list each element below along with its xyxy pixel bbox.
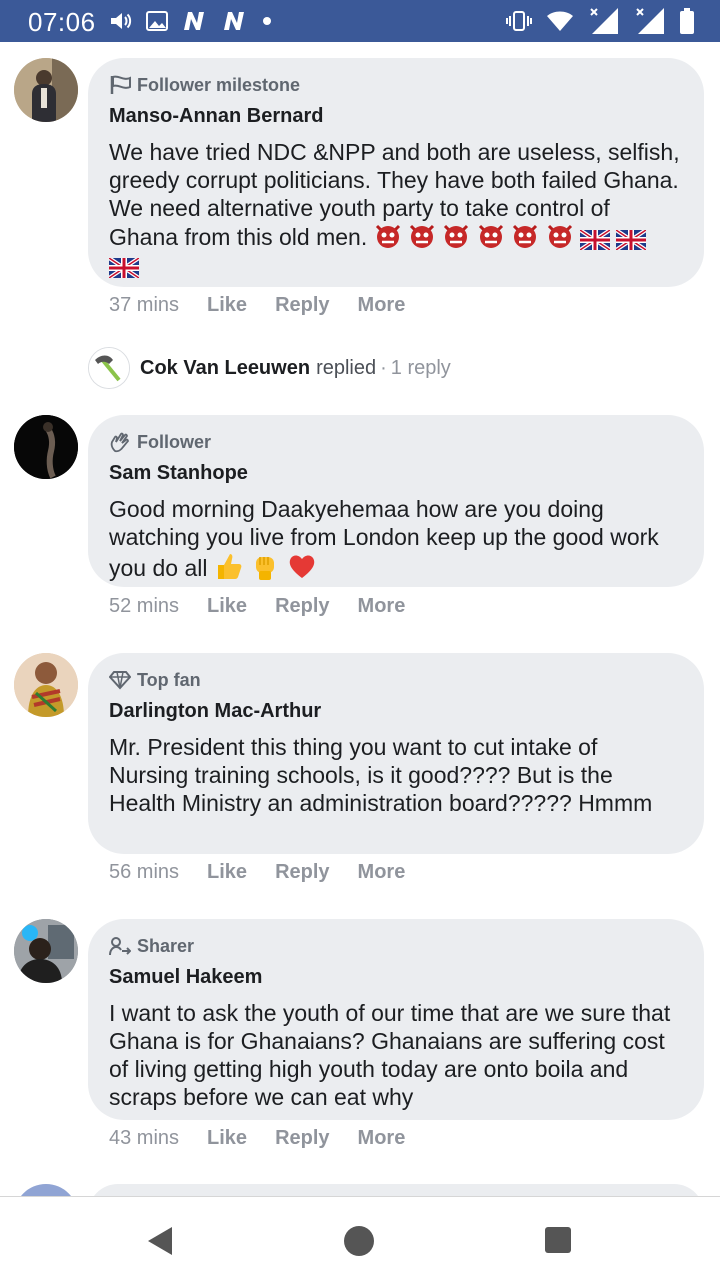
comment-bubble[interactable]: Follower milestone Manso-Annan Bernard W…	[88, 58, 704, 287]
devil-mask-emoji-icon	[513, 224, 538, 248]
heart-emoji-icon	[289, 555, 314, 578]
comment-text: Good morning Daakyehemaa how are you doi…	[109, 495, 682, 582]
reply-button[interactable]: Reply	[275, 861, 329, 884]
more-button[interactable]: More	[358, 861, 406, 884]
uk-flag-emoji-icon	[579, 230, 610, 250]
comment-bubble[interactable]	[88, 1184, 704, 1196]
comments-feed[interactable]: Follower milestone Manso-Annan Bernard W…	[0, 42, 720, 1196]
author-name[interactable]: Samuel Hakeem	[109, 965, 682, 989]
n-icon	[184, 12, 204, 30]
timestamp: 56 mins	[109, 860, 180, 883]
timestamp: 52 mins	[109, 594, 180, 617]
avatar[interactable]	[14, 653, 78, 717]
like-button[interactable]: Like	[207, 294, 247, 317]
comment-bubble[interactable]: Follower Sam Stanhope Good morning Daaky…	[88, 415, 704, 587]
comment-body: Good morning Daakyehemaa how are you doi…	[109, 496, 659, 581]
badge-label: Sharer	[137, 935, 195, 956]
commenter-badge: Sharer	[109, 935, 682, 957]
reply-avatar	[88, 347, 130, 389]
signal-icon	[590, 8, 618, 34]
timestamp: 43 mins	[109, 1126, 180, 1149]
comment-text: We have tried NDC &NPP and both are usel…	[109, 138, 682, 279]
devil-mask-emoji-icon	[409, 224, 435, 248]
clock: 07:06	[28, 7, 96, 37]
author-name[interactable]: Sam Stanhope	[109, 461, 682, 485]
more-button[interactable]: More	[358, 294, 406, 317]
flag-icon	[110, 75, 131, 94]
n-icon	[224, 12, 244, 30]
more-button[interactable]: More	[358, 1127, 406, 1150]
share-person-icon	[109, 937, 131, 956]
home-icon[interactable]	[341, 1223, 377, 1259]
dot-icon	[263, 17, 271, 25]
reply-button[interactable]: Reply	[275, 595, 329, 618]
volume-icon	[111, 13, 132, 29]
badge-label: Top fan	[137, 669, 201, 690]
reply-button[interactable]: Reply	[275, 1127, 329, 1150]
comment-bubble[interactable]: Sharer Samuel Hakeem I want to ask the y…	[88, 919, 704, 1120]
comment-actions: 56 mins Like Reply More	[109, 859, 433, 885]
recents-icon[interactable]	[541, 1223, 577, 1259]
reply-button[interactable]: Reply	[275, 294, 329, 317]
badge-label: Follower milestone	[137, 74, 301, 95]
emoji-row	[214, 554, 317, 581]
reply-thread-link[interactable]: Cok Van Leeuwen replied · 1 reply	[88, 347, 451, 389]
reply-count[interactable]: 1 reply	[391, 357, 451, 380]
raised-fist-emoji-icon	[256, 557, 275, 580]
avatar[interactable]	[14, 919, 78, 983]
signal-icon	[636, 8, 664, 34]
vibrate-icon	[506, 11, 532, 31]
reply-author[interactable]: Cok Van Leeuwen	[140, 357, 310, 380]
author-name[interactable]: Darlington Mac-Arthur	[109, 699, 682, 723]
thumbs-up-emoji-icon	[217, 554, 242, 579]
back-icon[interactable]	[142, 1223, 178, 1259]
like-button[interactable]: Like	[207, 1127, 247, 1150]
avatar[interactable]	[14, 58, 78, 122]
more-button[interactable]: More	[358, 595, 406, 618]
navigation-bar	[0, 1196, 720, 1280]
devil-mask-emoji-icon	[375, 224, 400, 248]
comment-actions: 52 mins Like Reply More	[109, 593, 433, 619]
battery-icon	[680, 8, 694, 34]
devil-mask-emoji-icon	[444, 224, 469, 248]
devil-mask-emoji-icon	[478, 224, 503, 248]
uk-flag-emoji-icon	[616, 230, 647, 250]
comment-actions: 43 mins Like Reply More	[109, 1125, 433, 1151]
comment-text: I want to ask the youth of our time that…	[109, 1000, 671, 1110]
like-button[interactable]: Like	[207, 595, 247, 618]
comment-text: Mr. President this thing you want to cut…	[109, 734, 653, 816]
commenter-badge: Top fan	[109, 669, 682, 691]
system-icons	[506, 6, 694, 36]
status-bar: 07:06	[0, 0, 720, 42]
reply-separator: ·	[380, 356, 387, 379]
author-name[interactable]: Manso-Annan Bernard	[109, 104, 682, 128]
image-icon	[146, 11, 168, 31]
wifi-icon	[547, 11, 573, 31]
comment-bubble[interactable]: Top fan Darlington Mac-Arthur Mr. Presid…	[88, 653, 704, 854]
commenter-badge: Follower milestone	[109, 74, 682, 96]
reply-label: replied	[316, 356, 377, 379]
timestamp: 37 mins	[109, 293, 180, 316]
notification-icons	[110, 9, 272, 33]
devil-mask-emoji-icon	[547, 224, 572, 248]
badge-label: Follower	[137, 431, 212, 452]
avatar[interactable]	[14, 1184, 78, 1196]
comment-actions: 37 mins Like Reply More	[109, 292, 433, 318]
like-button[interactable]: Like	[207, 861, 247, 884]
diamond-icon	[109, 671, 131, 690]
commenter-badge: Follower	[109, 431, 682, 453]
wave-icon	[110, 432, 129, 453]
avatar[interactable]	[14, 415, 78, 479]
uk-flag-emoji-icon	[109, 258, 139, 278]
